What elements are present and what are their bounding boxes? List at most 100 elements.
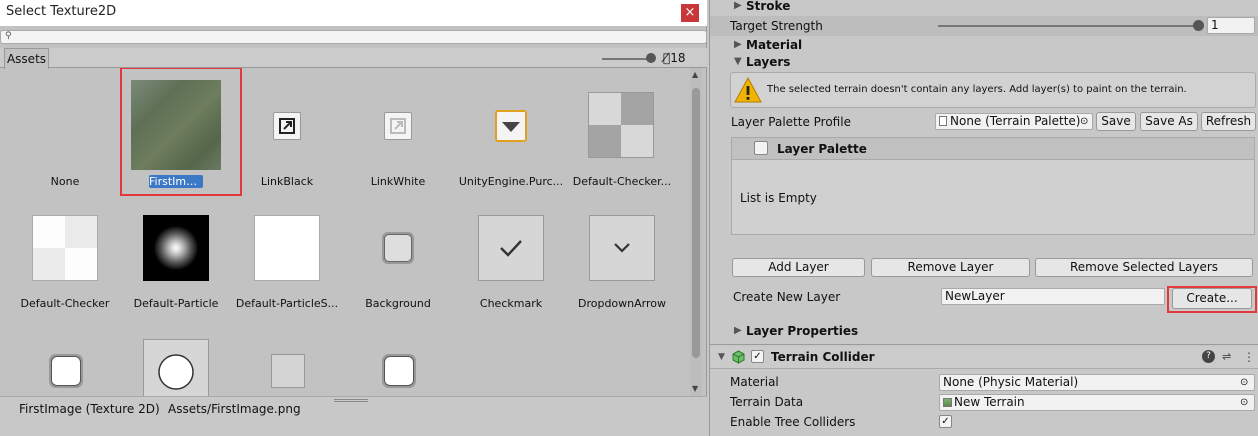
- grid-scrollbar[interactable]: ▲ ▼: [690, 68, 702, 396]
- more-options-icon[interactable]: ⋮: [1243, 347, 1255, 367]
- target-strength-input[interactable]: 1: [1207, 17, 1255, 34]
- chevron-down-icon[interactable]: ▼: [718, 347, 725, 367]
- chevron-down-icon: [589, 215, 655, 281]
- help-icon[interactable]: ?: [1202, 350, 1215, 363]
- rounded-box-thumbnail: [382, 354, 416, 388]
- layers-label: Layers: [746, 55, 791, 69]
- help-box: The selected terrain doesn't contain any…: [730, 72, 1256, 108]
- stroke-foldout[interactable]: ▶ Stroke: [710, 0, 1258, 16]
- picker-status-bar: FirstImage (Texture 2D) Assets/FirstImag…: [0, 396, 707, 418]
- chevron-down-icon: ▼: [734, 56, 742, 67]
- asset-label: Default-ParticleS...: [235, 297, 339, 310]
- enable-tree-colliders-label: Enable Tree Colliders: [730, 415, 856, 429]
- hidden-packages-toggle[interactable]: 👁̸18: [663, 51, 685, 65]
- asset-item-default-particle[interactable]: Default-Particle: [120, 190, 232, 312]
- checker-thumbnail: [32, 215, 98, 281]
- target-strength-slider[interactable]: [938, 25, 1198, 27]
- firstimage-thumbnail: [131, 80, 221, 170]
- particlesystem-thumbnail: [254, 215, 320, 281]
- asset-label-selected: FirstImage: [149, 175, 203, 188]
- add-layer-button[interactable]: Add Layer: [732, 258, 865, 277]
- layers-foldout[interactable]: ▼ Layers: [710, 52, 1258, 72]
- preset-icon[interactable]: ⇌: [1222, 347, 1231, 367]
- layer-palette-list: Layer Palette List is Empty: [731, 137, 1255, 235]
- warning-icon: [734, 76, 762, 103]
- asset-item-checkmark[interactable]: Checkmark: [455, 190, 567, 312]
- terrain-data-label: Terrain Data: [730, 395, 804, 409]
- remove-layer-button[interactable]: Remove Layer: [871, 258, 1030, 277]
- asset-item-default-checker-gray[interactable]: Default-Checker...: [566, 68, 678, 190]
- asset-item-none[interactable]: None: [9, 68, 121, 190]
- asset-item-row3-4[interactable]: [342, 312, 454, 396]
- asset-item-firstimage[interactable]: FirstImage: [120, 68, 242, 196]
- asset-label: LinkWhite: [370, 175, 426, 188]
- asset-item-linkblack[interactable]: LinkBlack: [231, 68, 343, 190]
- asset-item-default-particlesystem[interactable]: Default-ParticleS...: [231, 190, 343, 312]
- asset-item-row3-2[interactable]: [120, 312, 232, 396]
- save-as-button[interactable]: Save As: [1140, 112, 1198, 131]
- new-layer-name-input[interactable]: NewLayer: [941, 288, 1165, 305]
- palette-profile-field[interactable]: None (Terrain Palette) ⊙: [935, 113, 1093, 130]
- enable-tree-colliders-checkbox[interactable]: ✓: [939, 415, 952, 428]
- remove-selected-layers-button[interactable]: Remove Selected Layers: [1035, 258, 1253, 277]
- palette-profile-row: Layer Palette Profile None (Terrain Pale…: [710, 112, 1258, 132]
- asset-item-row3-1[interactable]: [9, 312, 121, 396]
- target-strength-slider-handle[interactable]: [1193, 20, 1204, 31]
- refresh-button[interactable]: Refresh: [1201, 112, 1256, 131]
- terrain-collider-title: Terrain Collider: [771, 350, 875, 364]
- layer-properties-foldout[interactable]: ▶ Layer Properties: [710, 321, 1258, 341]
- tab-assets[interactable]: Assets: [4, 48, 49, 69]
- asset-label: Default-Particle: [133, 297, 219, 310]
- terrain-data-row: Terrain Data New Terrain ⊙: [710, 392, 1258, 412]
- zoom-slider-handle[interactable]: [646, 53, 656, 63]
- asset-label: LinkBlack: [260, 175, 314, 188]
- list-empty-text: List is Empty: [740, 191, 817, 205]
- object-picker-icon[interactable]: ⊙: [1240, 395, 1248, 410]
- checkmark-icon: [478, 215, 544, 281]
- terrain-data-field[interactable]: New Terrain ⊙: [939, 394, 1255, 411]
- asset-item-row3-3[interactable]: [231, 312, 343, 396]
- search-input[interactable]: ⚲: [0, 30, 707, 44]
- purchasing-icon: [495, 110, 527, 142]
- checker-gray-thumbnail: [588, 92, 654, 158]
- layer-palette-title: Layer Palette: [777, 142, 867, 156]
- collider-material-field[interactable]: None (Physic Material) ⊙: [939, 374, 1255, 391]
- create-button[interactable]: Create...: [1172, 288, 1252, 309]
- close-button[interactable]: ×: [681, 4, 699, 22]
- inspector-panel: ▶ Stroke Target Strength 1 ▶ Material ▼ …: [709, 0, 1258, 436]
- hidden-count: 18: [670, 51, 686, 65]
- asset-item-background[interactable]: Background: [342, 190, 454, 312]
- layer-palette-checkbox[interactable]: [754, 141, 768, 155]
- enable-tree-colliders-row: Enable Tree Colliders ✓: [710, 412, 1258, 432]
- asset-label: DropdownArrow: [577, 297, 666, 310]
- layer-properties-label: Layer Properties: [746, 324, 859, 338]
- object-picker-icon[interactable]: ⊙: [1080, 114, 1088, 129]
- asset-item-linkwhite[interactable]: LinkWhite: [342, 68, 454, 190]
- scroll-up-icon[interactable]: ▲: [692, 70, 698, 79]
- link-icon: [384, 112, 412, 140]
- zoom-slider[interactable]: [602, 58, 650, 60]
- save-button[interactable]: Save: [1096, 112, 1136, 131]
- component-divider: [710, 344, 1258, 345]
- object-picker-icon[interactable]: ⊙: [1240, 375, 1248, 390]
- chevron-right-icon: ▶: [734, 0, 742, 11]
- asset-label: None: [50, 175, 80, 188]
- search-icon: ⚲: [5, 31, 12, 41]
- asset-item-default-checker[interactable]: Default-Checker: [9, 190, 121, 312]
- terrain-data-value: New Terrain: [954, 395, 1025, 409]
- resize-handle[interactable]: [334, 399, 368, 402]
- collider-material-row: Material None (Physic Material) ⊙: [710, 372, 1258, 392]
- asset-item-unityengine-purchasing[interactable]: UnityEngine.Purc...: [455, 68, 567, 190]
- scroll-down-icon[interactable]: ▼: [692, 384, 698, 393]
- terrain-collider-header[interactable]: ▼ ✓ Terrain Collider ? ⇌ ⋮: [710, 347, 1258, 369]
- help-message: The selected terrain doesn't contain any…: [767, 84, 1187, 95]
- asset-item-dropdownarrow[interactable]: DropdownArrow: [566, 190, 678, 312]
- terrain-icon: [943, 398, 952, 407]
- asset-label: UnityEngine.Purc...: [458, 175, 564, 188]
- status-asset-path: Assets/FirstImage.png: [168, 402, 301, 416]
- square-thumbnail: [271, 354, 305, 388]
- asset-label: Default-Checker: [20, 297, 110, 310]
- scrollbar-thumb[interactable]: [692, 88, 700, 358]
- component-enabled-checkbox[interactable]: ✓: [751, 350, 764, 363]
- status-asset-name: FirstImage (Texture 2D): [19, 402, 160, 416]
